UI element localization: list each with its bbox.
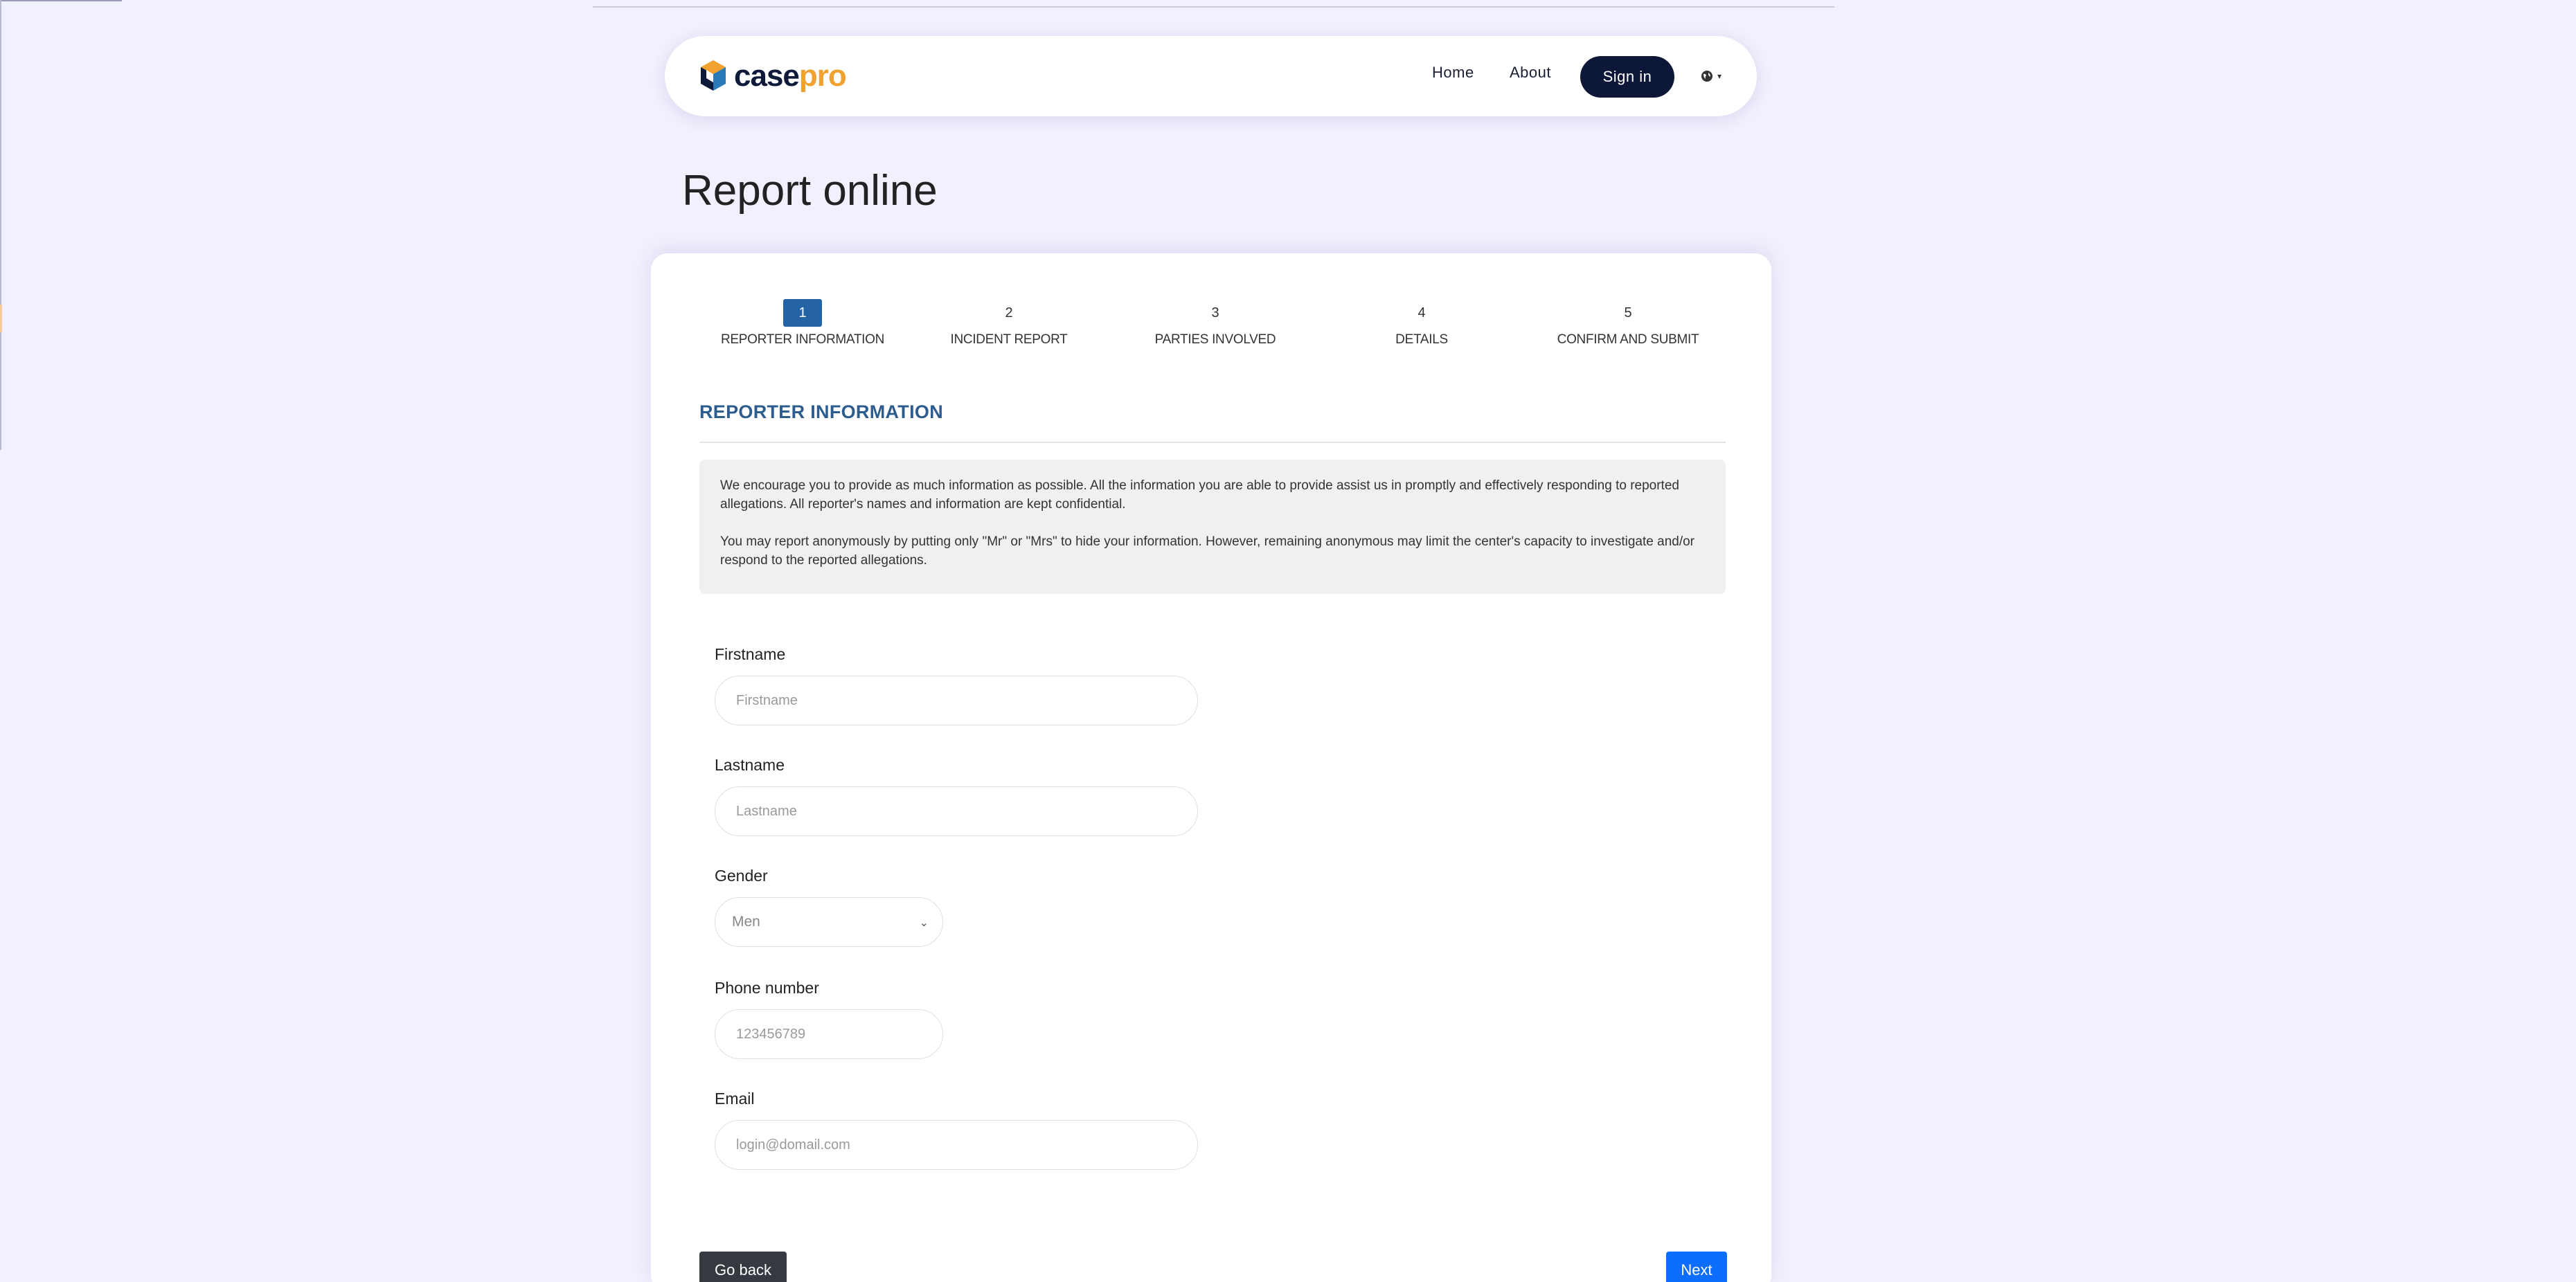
section-divider	[699, 442, 1726, 443]
step-number: 1	[783, 299, 822, 327]
step-label: REPORTER INFORMATION	[720, 332, 885, 347]
gender-label: Gender	[715, 867, 768, 885]
page: casepro Home About Sign in ▾ Report onli…	[0, 0, 2576, 1282]
step-parties-involved[interactable]: 3 PARTIES INVOLVED	[1112, 299, 1318, 347]
gender-selected-value: Men	[732, 914, 760, 930]
lastname-input[interactable]	[715, 786, 1198, 836]
info-notice: We encourage you to provide as much info…	[699, 460, 1726, 594]
step-number: 5	[1624, 305, 1632, 320]
info-paragraph: We encourage you to provide as much info…	[720, 478, 1679, 512]
phone-number-label: Phone number	[715, 979, 819, 997]
phone-number-input[interactable]	[715, 1009, 943, 1059]
left-top-edge	[0, 0, 122, 1]
step-label: INCIDENT REPORT	[950, 332, 1068, 347]
globe-icon	[1701, 71, 1712, 82]
step-label: CONFIRM AND SUBMIT	[1557, 332, 1699, 347]
next-button[interactable]: Next	[1666, 1252, 1727, 1282]
chevron-down-icon: ⌄	[919, 915, 929, 929]
navbar: casepro Home About Sign in ▾	[665, 36, 1757, 116]
lastname-label: Lastname	[715, 756, 785, 774]
step-details[interactable]: 4 DETAILS	[1318, 299, 1525, 347]
step-reporter-information[interactable]: 1 REPORTER INFORMATION	[699, 299, 906, 347]
email-input[interactable]	[715, 1120, 1198, 1170]
firstname-label: Firstname	[715, 645, 786, 663]
casepro-logo[interactable]: casepro	[698, 55, 847, 97]
firstname-input[interactable]	[715, 676, 1198, 725]
nav-about-link[interactable]: About	[1510, 64, 1551, 82]
step-confirm-and-submit[interactable]: 5 CONFIRM AND SUBMIT	[1525, 299, 1731, 347]
sign-in-button[interactable]: Sign in	[1580, 56, 1674, 98]
language-dropdown[interactable]: ▾	[1701, 64, 1734, 89]
left-orange-mark	[0, 305, 2, 332]
email-label: Email	[715, 1090, 755, 1108]
step-label: PARTIES INVOLVED	[1154, 332, 1276, 347]
nav-home-link[interactable]: Home	[1432, 64, 1474, 82]
step-number: 4	[1417, 305, 1426, 320]
left-edge	[0, 0, 1, 450]
cube-logo-icon	[701, 60, 726, 91]
page-title: Report online	[682, 167, 938, 215]
logo-text-case: case	[734, 59, 800, 93]
go-back-button[interactable]: Go back	[699, 1252, 787, 1282]
report-form-card: 1 REPORTER INFORMATION 2 INCIDENT REPORT…	[651, 253, 1771, 1282]
section-title: REPORTER INFORMATION	[699, 401, 943, 422]
logo-text: casepro	[734, 59, 847, 93]
step-incident-report[interactable]: 2 INCIDENT REPORT	[906, 299, 1112, 347]
step-label: DETAILS	[1395, 332, 1448, 347]
gender-select[interactable]: Men ⌄	[715, 897, 943, 947]
logo-text-pro: pro	[798, 59, 847, 93]
stepper: 1 REPORTER INFORMATION 2 INCIDENT REPORT…	[699, 299, 1731, 347]
info-paragraph: You may report anonymously by putting on…	[720, 534, 1695, 568]
step-number: 3	[1211, 305, 1219, 320]
chevron-down-icon: ▾	[1717, 71, 1722, 81]
top-divider	[593, 6, 1834, 8]
step-number: 2	[1005, 305, 1013, 320]
